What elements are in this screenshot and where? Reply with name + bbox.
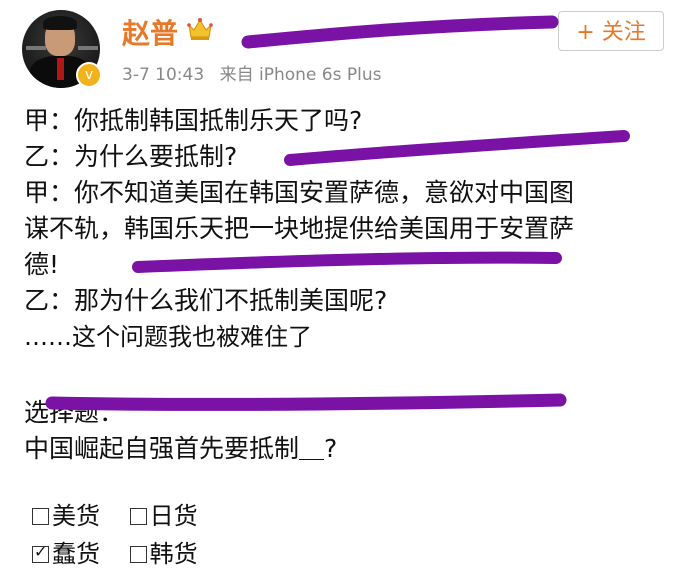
avatar-hair [43,16,77,30]
checkbox-icon[interactable] [129,546,147,563]
dialog-line: 乙：为什么要抵制? [24,142,238,171]
crown-icon [187,18,213,40]
dialog-line: 乙：那为什么我们不抵制美国呢? [24,286,388,315]
post-timestamp: 3-7 10:43 [122,65,205,85]
quiz-title: 选择题： [24,398,125,427]
post-source[interactable]: 来自 iPhone 6s Plus [220,65,382,85]
quiz-option[interactable]: 韩货 [129,534,198,569]
quiz-option[interactable]: 美货 [32,496,100,531]
option-label: 日货 [149,502,198,530]
quiz-options-row-2: 蠢货 韩货 [32,534,332,569]
dialog-line: ……这个问题我也被难住了 [24,323,312,351]
dialog-line: 德! [24,250,60,279]
checkbox-icon[interactable] [32,508,49,525]
avatar-tie [57,58,64,80]
post-meta: 3-7 10:43 来自 iPhone 6s Plus [122,60,381,85]
quiz-options-row-1: 美货 日货 [32,496,332,531]
checkbox-checked-icon[interactable] [32,542,49,563]
avatar-side-text [78,46,98,50]
option-label: 美货 [52,502,100,530]
follow-button[interactable]: + 关注 [558,11,664,51]
quiz-option[interactable]: 日货 [129,496,198,531]
post-body: 甲：你抵制韩国抵制乐天了吗? 乙：为什么要抵制? 甲：你不知道美国在韩国安置萨德… [24,103,674,467]
quiz-question: 中国崛起自强首先要抵制＿? [24,434,338,463]
post-header: v 赵普 3-7 10:43 来自 iPhone 6s Plus + 关注 [0,0,690,100]
verified-badge-icon: v [76,62,102,88]
option-label: 韩货 [149,540,198,568]
author-name[interactable]: 赵普 [122,12,178,52]
option-label: 蠢货 [52,540,100,568]
dialog-line: 甲：你不知道美国在韩国安置萨德，意欲对中国图 [24,178,575,207]
checkbox-icon[interactable] [129,508,147,525]
dialog-line: 甲：你抵制韩国抵制乐天了吗? [24,106,363,135]
dialog-line: 谋不轨，韩国乐天把一块地提供给美国用于安置萨 [24,214,575,243]
avatar-side-text [26,46,46,50]
quiz-option[interactable]: 蠢货 [32,534,100,569]
